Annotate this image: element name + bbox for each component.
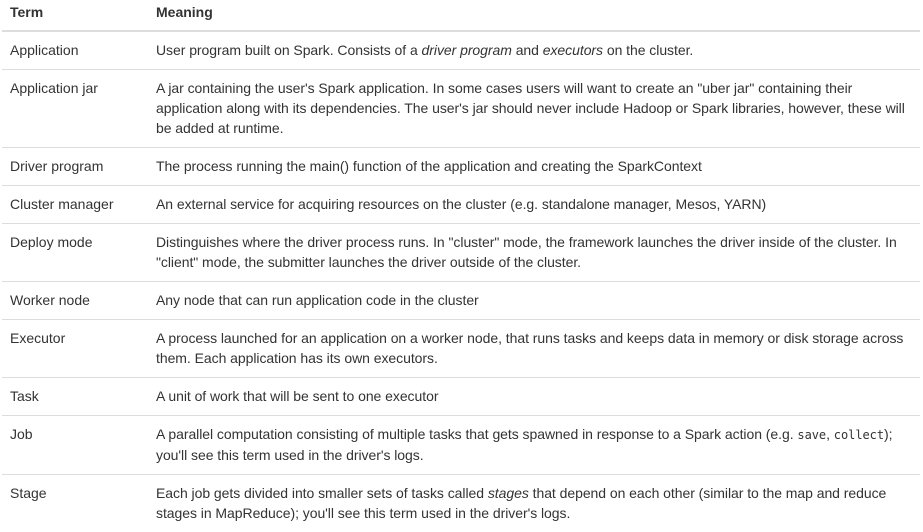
term-cell: Worker node	[2, 282, 148, 320]
table-row: Job A parallel computation consisting of …	[2, 416, 920, 475]
meaning-text: User program built on Spark. Consists of…	[156, 42, 422, 58]
meaning-text: A process launched for an application on…	[156, 330, 903, 366]
term-cell: Cluster manager	[2, 186, 148, 224]
meaning-text: An external service for acquiring resour…	[156, 196, 766, 212]
table-row: Driver program The process running the ma…	[2, 148, 920, 186]
emphasized-text: driver program	[422, 42, 512, 58]
meaning-text: Each job gets divided into smaller sets …	[156, 485, 488, 501]
term-cell: Application jar	[2, 70, 148, 148]
term-cell: Stage	[2, 475, 148, 532]
term-cell: Job	[2, 416, 148, 475]
table-row: Cluster manager An external service for a…	[2, 186, 920, 224]
table-row: Worker node Any node that can run applica…	[2, 282, 920, 320]
term-cell: Executor	[2, 320, 148, 378]
glossary-body: Application User program built on Spark. …	[2, 31, 920, 532]
meaning-text: A parallel computation consisting of mul…	[156, 426, 797, 442]
table-row: Task A unit of work that will be sent to …	[2, 378, 920, 416]
meaning-text: A unit of work that will be sent to one …	[156, 388, 438, 404]
emphasized-text: stages	[488, 485, 529, 501]
meaning-cell: A jar containing the user's Spark applic…	[148, 70, 920, 148]
table-row: Application jarA jar containing the user…	[2, 70, 920, 148]
meaning-cell: An external service for acquiring resour…	[148, 186, 920, 224]
meaning-cell: The process running the main() function …	[148, 148, 920, 186]
meaning-cell: User program built on Spark. Consists of…	[148, 31, 920, 70]
meaning-cell: A parallel computation consisting of mul…	[148, 416, 920, 475]
meaning-text: on the cluster.	[603, 42, 693, 58]
meaning-cell: A process launched for an application on…	[148, 320, 920, 378]
meaning-cell: Any node that can run application code i…	[148, 282, 920, 320]
meaning-text: A jar containing the user's Spark applic…	[156, 80, 905, 136]
glossary-table: Term Meaning Application User program bui…	[2, 0, 920, 532]
code-text: collect	[834, 428, 884, 442]
meaning-cell: Each job gets divided into smaller sets …	[148, 475, 920, 532]
meaning-cell: A unit of work that will be sent to one …	[148, 378, 920, 416]
term-cell: Driver program	[2, 148, 148, 186]
meaning-text: ,	[826, 426, 834, 442]
meaning-text: Any node that can run application code i…	[156, 292, 479, 308]
table-row: Deploy modeDistinguishes where the drive…	[2, 224, 920, 282]
term-column-header: Term	[2, 0, 148, 31]
table-row: Stage Each job gets divided into smaller …	[2, 475, 920, 532]
meaning-text: and	[512, 42, 543, 58]
meaning-cell: Distinguishes where the driver process r…	[148, 224, 920, 282]
code-text: save	[797, 428, 826, 442]
header-row: Term Meaning	[2, 0, 920, 31]
term-cell: Deploy mode	[2, 224, 148, 282]
meaning-text: Distinguishes where the driver process r…	[156, 234, 897, 270]
emphasized-text: executors	[543, 42, 603, 58]
meaning-text: The process running the main() function …	[156, 158, 702, 174]
meaning-column-header: Meaning	[148, 0, 920, 31]
term-cell: Task	[2, 378, 148, 416]
table-row: Application User program built on Spark. …	[2, 31, 920, 70]
table-row: ExecutorA process launched for an applic…	[2, 320, 920, 378]
term-cell: Application	[2, 31, 148, 70]
